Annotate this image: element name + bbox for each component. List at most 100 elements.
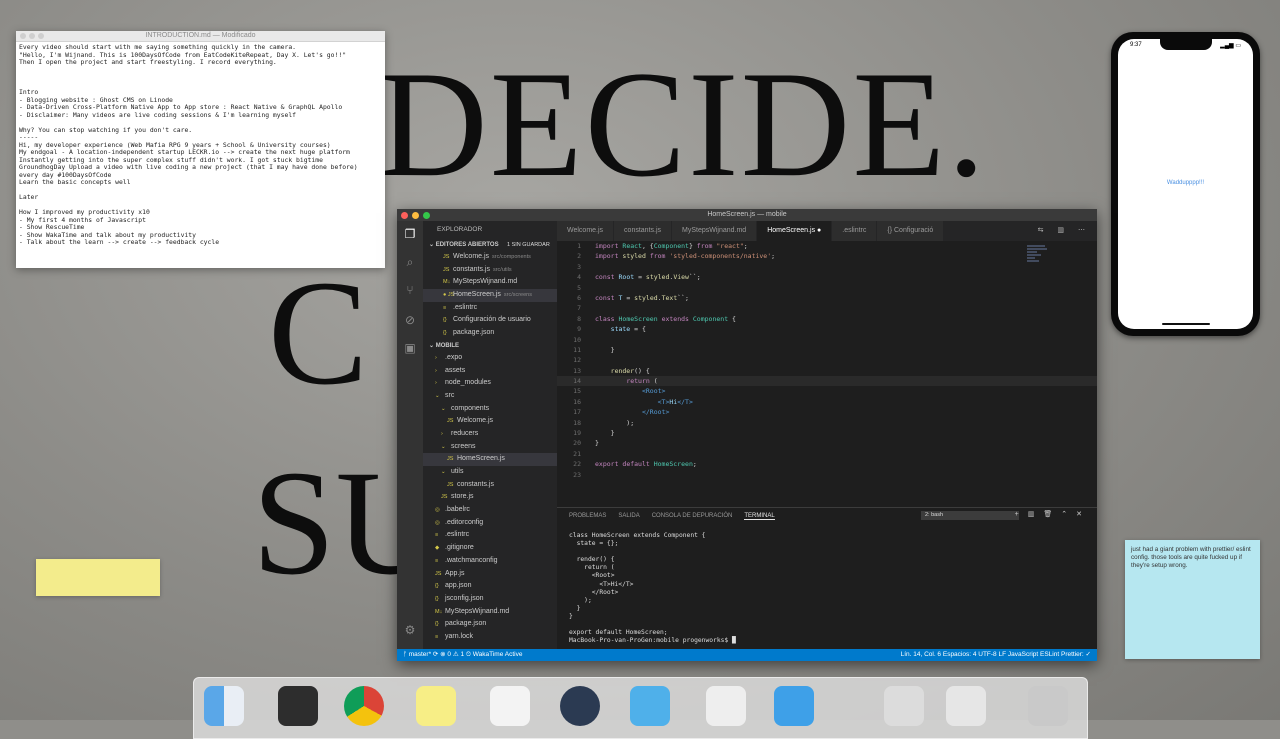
terminal-select[interactable]: 2: bash <box>921 511 1019 520</box>
code-line[interactable]: 4 const Root = styled.View``; <box>557 272 1097 282</box>
tree-item[interactable]: JS store.js <box>423 491 557 504</box>
stickies-icon[interactable] <box>416 686 456 726</box>
tree-item[interactable]: ≡ yarn.lock <box>423 631 557 644</box>
code-editor[interactable]: 1 import React, {Component} from "react";… <box>557 241 1097 507</box>
open-editor-item[interactable]: ● JSHomeScreen.js src/screens <box>423 289 557 302</box>
textedit-icon[interactable] <box>706 686 746 726</box>
editor-tab[interactable]: Welcome.js <box>557 221 615 241</box>
explorer-icon[interactable]: ❐ <box>403 227 417 241</box>
code-line[interactable]: 8 class HomeScreen extends Component { <box>557 314 1097 324</box>
tree-item[interactable]: JS HomeScreen.js <box>423 453 557 466</box>
minimize-dot-icon[interactable] <box>412 212 419 219</box>
close-icon[interactable]: ✕ <box>1076 511 1091 518</box>
editor-actions[interactable]: ⇆ ▥ ⋯ <box>1038 221 1097 241</box>
graphql-icon[interactable] <box>490 686 530 726</box>
code-line[interactable]: 16 <T>Hi</T> <box>557 397 1097 407</box>
code-line[interactable]: 2 import styled from 'styled-components/n… <box>557 251 1097 261</box>
tree-item[interactable]: ⌄ src <box>423 390 557 403</box>
code-line[interactable]: 6 const T = styled.Text``; <box>557 293 1097 303</box>
code-line[interactable]: 7 <box>557 303 1097 313</box>
open-editor-item[interactable]: ≡ .eslintrc <box>423 302 557 315</box>
tree-item[interactable]: › assets <box>423 365 557 378</box>
code-line[interactable]: 15 <Root> <box>557 386 1097 396</box>
code-line[interactable]: 5 <box>557 283 1097 293</box>
code-line[interactable]: 20} <box>557 438 1097 448</box>
code-line[interactable]: 19 } <box>557 428 1097 438</box>
tree-item[interactable]: {} app.json <box>423 580 557 593</box>
tree-item[interactable]: {} jsconfig.json <box>423 593 557 606</box>
code-line[interactable]: 10 <box>557 335 1097 345</box>
tree-item[interactable]: ⌄ components <box>423 403 557 416</box>
panel-actions[interactable]: +▥🗑⌃✕ <box>1015 510 1091 518</box>
open-editor-item[interactable]: M↓ MyStepsWijnand.md <box>423 276 557 289</box>
document-icon[interactable] <box>884 686 924 726</box>
code-line[interactable]: 1 import React, {Component} from "react"; <box>557 241 1097 251</box>
status-left[interactable]: ᚠ master* ⟳ ⊗ 0 ⚠ 1 ⏲ WakaTime Active <box>403 649 523 661</box>
code-line[interactable]: 21 <box>557 449 1097 459</box>
project-section[interactable]: ⌄ MOBILE <box>423 340 557 352</box>
panel-tab[interactable]: SALIDA <box>618 513 639 519</box>
vscode-titlebar[interactable]: HomeScreen.js — mobile <box>397 209 1097 221</box>
open-editor-item[interactable]: {} package.json <box>423 327 557 340</box>
code-line[interactable]: 22 export default HomeScreen; <box>557 459 1097 469</box>
notes-titlebar[interactable]: INTRODUCTION.md — Modificado <box>16 31 385 42</box>
editor-tab[interactable]: .eslintrc <box>832 221 878 241</box>
code-line[interactable]: 13 render() { <box>557 366 1097 376</box>
tree-item[interactable]: › reducers <box>423 428 557 441</box>
tree-item[interactable]: JS constants.js <box>423 479 557 492</box>
tree-item[interactable]: ⌄ screens <box>423 441 557 454</box>
chrome-icon[interactable] <box>344 686 384 726</box>
code-line[interactable]: 12 <box>557 355 1097 365</box>
tree-item[interactable]: › node_modules <box>423 377 557 390</box>
window-preview-icon[interactable] <box>946 686 986 726</box>
open-editor-item[interactable]: JS Welcome.js src/components <box>423 251 557 264</box>
chevron-up-icon[interactable]: ⌃ <box>1061 511 1076 518</box>
code-line[interactable]: 9 state = { <box>557 324 1097 334</box>
phone-screen[interactable]: 9:37 ▂▄▆ ▭ Waddupppp!!! <box>1118 39 1253 329</box>
open-editor-item[interactable]: JS constants.js src/utils <box>423 264 557 277</box>
open-editor-item[interactable]: {} Configuración de usuario <box>423 314 557 327</box>
tree-item[interactable]: ⌄ utils <box>423 466 557 479</box>
close-dot-icon[interactable] <box>401 212 408 219</box>
code-line[interactable]: 11 } <box>557 345 1097 355</box>
gear-icon[interactable]: ⚙ <box>403 623 417 637</box>
tree-item[interactable]: ≡ .eslintrc <box>423 529 557 542</box>
tree-item[interactable]: ◎ .babelrc <box>423 504 557 517</box>
editor-tab[interactable]: {} Configuració <box>877 221 945 241</box>
source-control-icon[interactable]: ⑂ <box>403 283 417 297</box>
notes-body-text[interactable]: Every video should start with me saying … <box>16 42 385 249</box>
tree-item[interactable]: ◆ .gitignore <box>423 542 557 555</box>
tree-item[interactable]: M↓ MyStepsWijnand.md <box>423 606 557 619</box>
open-editors-section[interactable]: ⌄ EDITORES ABIERTOS 1 SIN GUARDAR <box>423 239 557 251</box>
finder-icon[interactable] <box>204 686 244 726</box>
terminal-output[interactable]: class HomeScreen extends Component { sta… <box>569 532 1097 645</box>
sticky-note-blue[interactable]: just had a giant problem with prettier/ … <box>1125 540 1260 659</box>
sticky-note-yellow[interactable] <box>36 559 160 596</box>
status-right[interactable]: Lín. 14, Col. 6 Espacios: 4 UTF-8 LF Jav… <box>901 649 1091 661</box>
split-icon[interactable]: ▥ <box>1028 511 1044 518</box>
editor-tab[interactable]: constants.js <box>614 221 673 241</box>
tree-item[interactable]: › .expo <box>423 352 557 365</box>
trash-icon[interactable]: 🗑 <box>1043 511 1061 518</box>
tree-item[interactable]: JS App.js <box>423 568 557 581</box>
editor-tab[interactable]: HomeScreen.js ● <box>757 221 833 241</box>
simulator-icon[interactable] <box>630 686 670 726</box>
notes-window[interactable]: INTRODUCTION.md — Modificado Every video… <box>16 31 385 268</box>
tree-item[interactable]: {} package.json <box>423 618 557 631</box>
code-line[interactable]: 18 ); <box>557 418 1097 428</box>
panel-tab[interactable]: TERMINAL <box>744 513 775 520</box>
plus-icon[interactable]: + <box>1015 511 1028 518</box>
panel-tab[interactable]: CONSOLA DE DEPURACIÓN <box>652 513 733 519</box>
tree-item[interactable]: ◎ .editorconfig <box>423 517 557 530</box>
home-indicator[interactable] <box>1162 323 1210 325</box>
tree-item[interactable]: ≡ .watchmanconfig <box>423 555 557 568</box>
extensions-icon[interactable]: ▣ <box>403 341 417 355</box>
editor-tab[interactable]: MyStepsWijnand.md <box>672 221 758 241</box>
search-icon[interactable]: ⌕ <box>403 255 417 269</box>
code-line[interactable]: 14 return ( <box>557 376 1097 387</box>
tree-item[interactable]: JS Welcome.js <box>423 415 557 428</box>
zoom-dot-icon[interactable] <box>423 212 430 219</box>
code-line[interactable]: 17 </Root> <box>557 407 1097 417</box>
vscode-icon[interactable] <box>774 686 814 726</box>
code-line[interactable]: 3 <box>557 262 1097 272</box>
